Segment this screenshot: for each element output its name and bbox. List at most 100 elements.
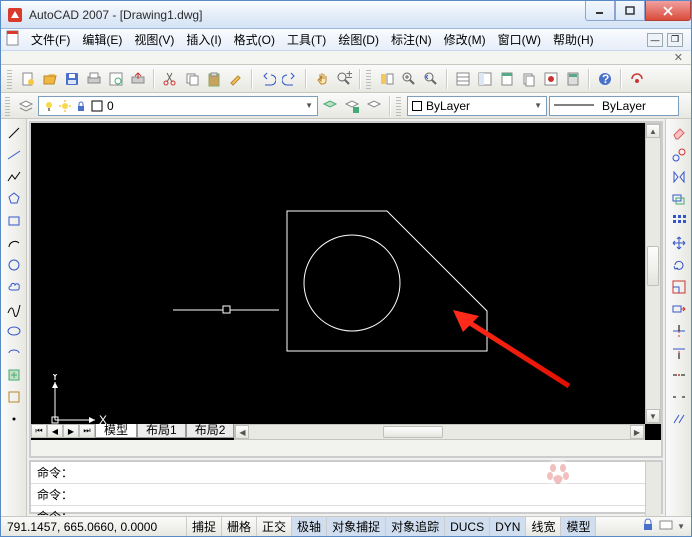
undo-button[interactable] — [258, 69, 278, 89]
model-tab[interactable]: 模型 — [95, 424, 137, 438]
save-button[interactable] — [62, 69, 82, 89]
comm-center-button[interactable] — [627, 69, 647, 89]
circle-tool[interactable] — [4, 255, 24, 275]
grid-toggle[interactable]: 栅格 — [222, 517, 257, 536]
coordinates-display[interactable]: 791.1457, 665.0660, 0.0000 — [1, 517, 187, 536]
menu-insert[interactable]: 插入(I) — [180, 29, 227, 50]
new-button[interactable] — [18, 69, 38, 89]
extend-tool[interactable] — [669, 343, 689, 363]
scroll-down-icon[interactable]: ▼ — [646, 409, 660, 423]
copy-tool[interactable] — [669, 145, 689, 165]
designcenter-button[interactable] — [475, 69, 495, 89]
join-tool[interactable] — [669, 409, 689, 429]
ducs-toggle[interactable]: DUCS — [445, 517, 490, 536]
otrack-toggle[interactable]: 对象追踪 — [386, 517, 445, 536]
menu-view[interactable]: 视图(V) — [128, 29, 180, 50]
mdi-minimize[interactable]: — — [647, 33, 663, 47]
break-at-point-tool[interactable] — [669, 365, 689, 385]
help-button[interactable]: ? — [595, 69, 615, 89]
properties-grip[interactable] — [396, 96, 401, 116]
tab-last-icon[interactable]: ⏭ — [79, 424, 95, 438]
tab-first-icon[interactable]: ⏮ — [31, 424, 47, 438]
dyn-toggle[interactable]: DYN — [490, 517, 526, 536]
menu-window[interactable]: 窗口(W) — [492, 29, 547, 50]
vertical-scrollbar[interactable]: ▲ ▼ — [645, 123, 661, 424]
drawing-canvas[interactable]: X Y ▲ ▼ ⏮ ◀ ▶ ⏭ 模型 布局1 布局2 ◀ — [29, 121, 663, 458]
open-button[interactable] — [40, 69, 60, 89]
osnap-toggle[interactable]: 对象捕捉 — [327, 517, 386, 536]
match-properties-button[interactable] — [226, 69, 246, 89]
layers-grip[interactable] — [5, 96, 10, 116]
plot-preview-button[interactable] — [106, 69, 126, 89]
polygon-tool[interactable] — [4, 189, 24, 209]
zoom-window-button[interactable] — [399, 69, 419, 89]
menu-tools[interactable]: 工具(T) — [281, 29, 332, 50]
layer-tool-button[interactable] — [364, 96, 384, 116]
construction-line-tool[interactable] — [4, 145, 24, 165]
tab-prev-icon[interactable]: ◀ — [47, 424, 63, 438]
status-annotation-icon[interactable] — [659, 518, 673, 535]
tool-palettes-button[interactable] — [497, 69, 517, 89]
close-button[interactable] — [645, 1, 691, 21]
quickcalc-button[interactable] — [563, 69, 583, 89]
properties-button[interactable] — [453, 69, 473, 89]
menu-format[interactable]: 格式(O) — [228, 29, 281, 50]
redo-button[interactable] — [280, 69, 300, 89]
cut-button[interactable] — [160, 69, 180, 89]
zoom-realtime-button[interactable]: ± — [334, 69, 354, 89]
snap-toggle[interactable]: 捕捉 — [187, 517, 222, 536]
revision-cloud-tool[interactable] — [4, 277, 24, 297]
menu-edit[interactable]: 编辑(E) — [76, 29, 128, 50]
move-tool[interactable] — [669, 233, 689, 253]
status-lock-icon[interactable] — [641, 518, 655, 535]
scroll-left-icon[interactable]: ◀ — [235, 425, 249, 439]
trim-tool[interactable] — [669, 321, 689, 341]
array-tool[interactable] — [669, 211, 689, 231]
model-toggle[interactable]: 模型 — [561, 517, 596, 536]
arc-tool[interactable] — [4, 233, 24, 253]
paste-button[interactable] — [204, 69, 224, 89]
publish-button[interactable] — [128, 69, 148, 89]
menu-help[interactable]: 帮助(H) — [547, 29, 600, 50]
polyline-tool[interactable] — [4, 167, 24, 187]
layout1-tab[interactable]: 布局1 — [137, 424, 186, 438]
erase-tool[interactable] — [669, 123, 689, 143]
status-tray-arrow-icon[interactable]: ▼ — [677, 522, 685, 531]
menu-modify[interactable]: 修改(M) — [438, 29, 492, 50]
make-block-tool[interactable] — [4, 387, 24, 407]
menu-dimension[interactable]: 标注(N) — [385, 29, 438, 50]
minimize-button[interactable] — [585, 1, 615, 21]
mdi-restore[interactable]: ❐ — [667, 33, 683, 47]
layout2-tab[interactable]: 布局2 — [186, 424, 235, 438]
color-dropdown[interactable]: ByLayer ▼ — [407, 96, 547, 116]
toolbar-grip-2[interactable] — [366, 69, 371, 89]
menu-file[interactable]: 文件(F) — [25, 29, 76, 50]
plot-button[interactable] — [84, 69, 104, 89]
stretch-tool[interactable] — [669, 299, 689, 319]
offset-tool[interactable] — [669, 189, 689, 209]
rotate-tool[interactable] — [669, 255, 689, 275]
scroll-right-icon[interactable]: ▶ — [630, 425, 644, 439]
command-window[interactable]: 命令： 命令： 命令： — [29, 460, 663, 514]
line-tool[interactable] — [4, 123, 24, 143]
pan-button[interactable] — [312, 69, 332, 89]
ellipse-tool[interactable] — [4, 321, 24, 341]
copy-button[interactable] — [182, 69, 202, 89]
zoom-previous-button[interactable] — [421, 69, 441, 89]
insert-block-tool[interactable] — [4, 365, 24, 385]
layer-previous-button[interactable] — [320, 96, 340, 116]
mdi-close-icon[interactable]: ✕ — [674, 51, 683, 64]
sheet-set-button[interactable] — [519, 69, 539, 89]
layer-dropdown[interactable]: 0 ▼ — [38, 96, 318, 116]
maximize-button[interactable] — [615, 1, 645, 21]
rectangle-tool[interactable] — [4, 211, 24, 231]
menu-draw[interactable]: 绘图(D) — [332, 29, 385, 50]
dcc-button[interactable] — [377, 69, 397, 89]
markup-button[interactable] — [541, 69, 561, 89]
horizontal-scrollbar[interactable]: ◀ ▶ — [234, 424, 645, 440]
layer-states-button[interactable] — [342, 96, 362, 116]
lwt-toggle[interactable]: 线宽 — [526, 517, 561, 536]
layer-properties-button[interactable] — [16, 96, 36, 116]
toolbar-grip[interactable] — [7, 69, 12, 89]
polar-toggle[interactable]: 极轴 — [292, 517, 327, 536]
